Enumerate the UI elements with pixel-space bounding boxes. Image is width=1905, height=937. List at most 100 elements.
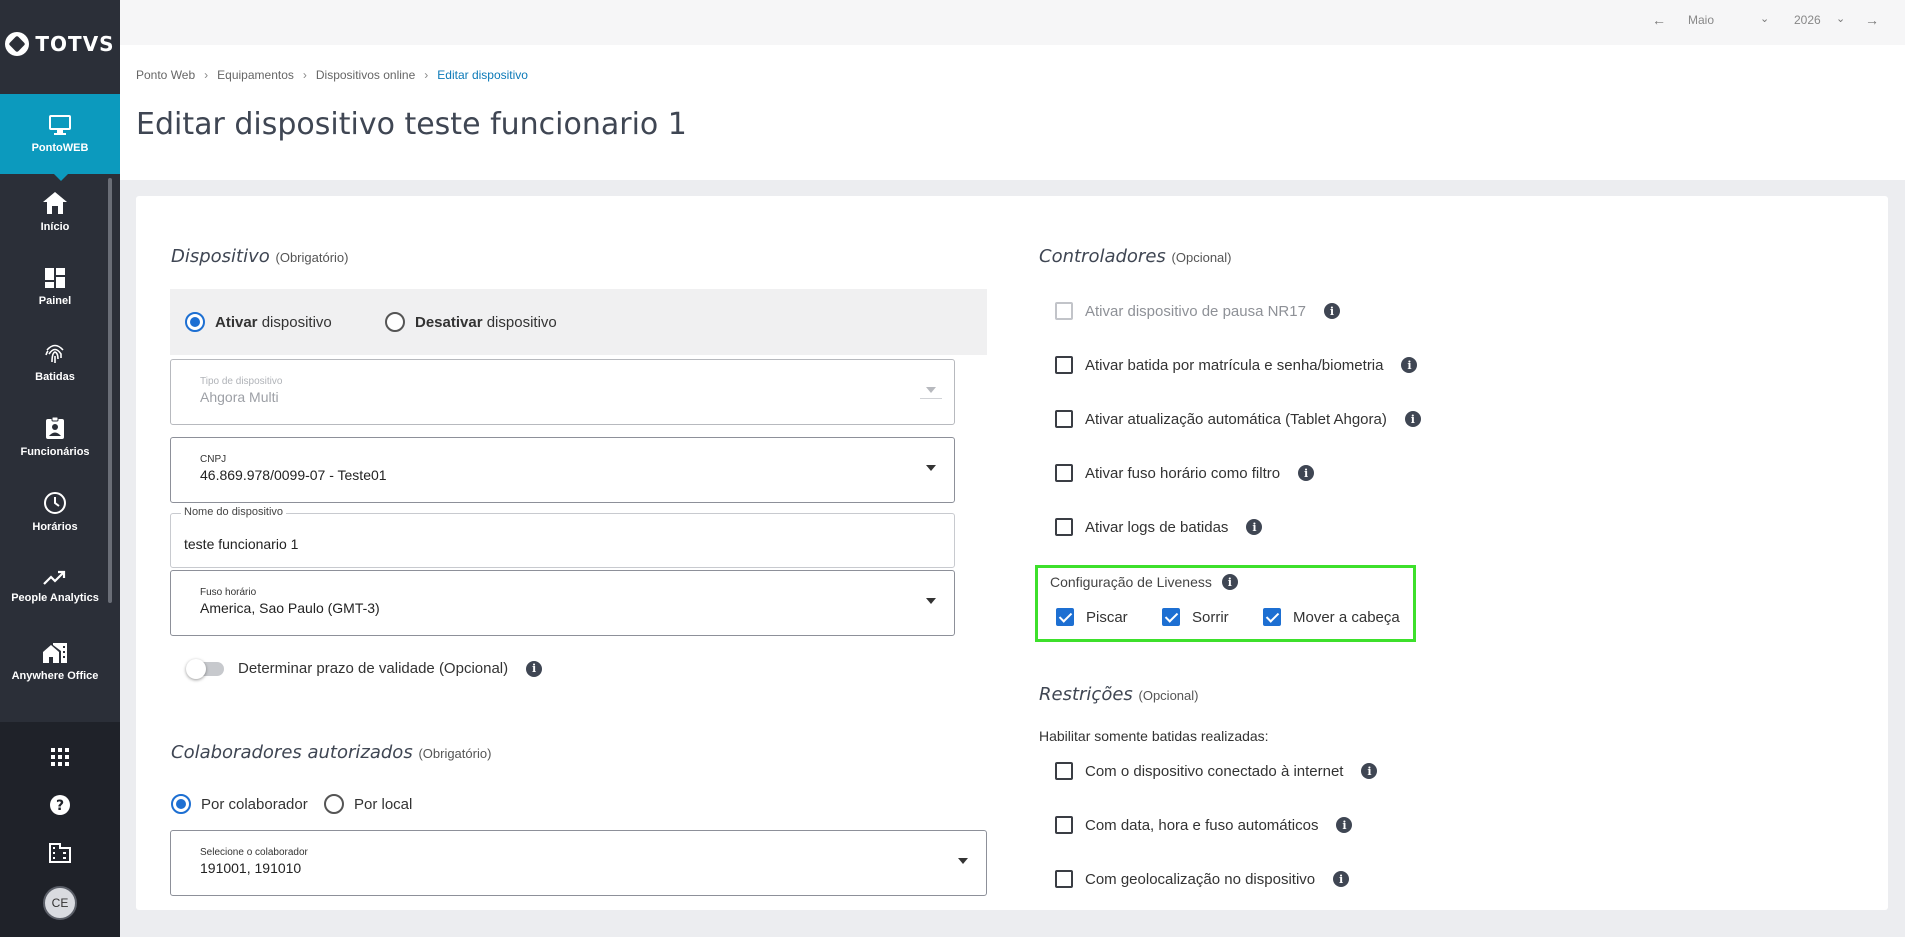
- blink-checkbox[interactable]: Piscar: [1056, 608, 1128, 626]
- field-value: Ahgora Multi: [200, 389, 279, 405]
- month-select[interactable]: Maio: [1688, 13, 1714, 27]
- registration-password-checkbox[interactable]: Ativar batida por matrícula e senha/biom…: [1055, 356, 1418, 374]
- totvs-logo[interactable]: TOTVS: [0, 0, 120, 88]
- info-icon[interactable]: i: [1221, 574, 1238, 590]
- section-title-text: Restrições: [1039, 684, 1133, 705]
- field-value: 191001, 191010: [200, 860, 302, 876]
- chevron-right-icon: ›: [424, 68, 429, 82]
- apps-grid-icon[interactable]: [48, 745, 72, 769]
- info-icon[interactable]: i: [1246, 519, 1263, 535]
- sidebar-item-people-analytics[interactable]: People Analytics: [0, 549, 110, 624]
- liveness-title: Configuração de Liveness i: [1050, 574, 1238, 590]
- top-bar: ← Maio ⌄ 2026 ⌄ →: [120, 0, 1905, 45]
- employee-select[interactable]: Selecione o colaborador 191001, 191010: [170, 830, 987, 896]
- pause-nr17-checkbox: Ativar dispositivo de pausa NR17 i: [1055, 302, 1340, 320]
- auto-update-checkbox[interactable]: Ativar atualização automática (Tablet Ah…: [1055, 410, 1421, 428]
- sidebar-item-horarios[interactable]: Horários: [0, 474, 110, 549]
- avatar[interactable]: CE: [43, 886, 77, 920]
- radio-label: Por local: [354, 795, 413, 813]
- timezone-select[interactable]: Fuso horário America, Sao Paulo (GMT-3): [170, 570, 955, 636]
- checkbox-label: Ativar fuso horário como filtro: [1085, 464, 1281, 482]
- sidebar-item-label: Início: [40, 220, 70, 233]
- smile-checkbox[interactable]: Sorrir: [1162, 608, 1229, 626]
- checkbox-checked-icon: [1162, 608, 1180, 626]
- next-month-arrow-icon[interactable]: →: [1865, 12, 1879, 28]
- by-employee-radio[interactable]: Por colaborador: [171, 794, 308, 814]
- radio-label-bold: Ativar: [215, 313, 258, 331]
- checkbox-label: Mover a cabeça: [1293, 608, 1400, 626]
- info-icon[interactable]: i: [1404, 411, 1421, 427]
- sidebar-item-label: PontoWEB: [31, 142, 89, 154]
- sidebar-item-label: Painel: [38, 294, 72, 307]
- section-optional-hint: (Opcional): [1171, 250, 1232, 265]
- section-title-text: Dispositivo: [171, 246, 270, 267]
- move-head-checkbox[interactable]: Mover a cabeça: [1263, 608, 1400, 626]
- radio-unselected-icon: [324, 794, 344, 814]
- checkbox-icon: [1055, 410, 1073, 428]
- validity-row: Determinar prazo de validade (Opcional) …: [238, 660, 543, 677]
- section-title-dispositivo: Dispositivo (Obrigatório): [171, 246, 348, 267]
- by-location-radio[interactable]: Por local: [324, 794, 412, 814]
- device-name-field[interactable]: Nome do dispositivo teste funcionario 1: [170, 506, 955, 568]
- info-icon[interactable]: i: [1401, 357, 1418, 373]
- field-label: Nome do dispositivo: [181, 506, 287, 518]
- geolocation-checkbox[interactable]: Com geolocalização no dispositivo i: [1055, 870, 1350, 888]
- sidebar-item-inicio[interactable]: Início: [0, 174, 110, 249]
- home-work-icon: [42, 642, 68, 664]
- sidebar-item-label: Horários: [32, 520, 78, 533]
- activate-device-radio[interactable]: Ativar dispositivo: [185, 312, 332, 332]
- sidebar-scrollbar[interactable]: [108, 178, 112, 603]
- checkbox-label: Piscar: [1086, 608, 1128, 626]
- previous-month-arrow-icon[interactable]: ←: [1652, 12, 1666, 28]
- breadcrumb: Ponto Web › Equipamentos › Dispositivos …: [136, 68, 528, 82]
- checkbox-label: Ativar dispositivo de pausa NR17: [1085, 302, 1306, 320]
- auto-datetime-checkbox[interactable]: Com data, hora e fuso automáticos i: [1055, 816, 1353, 834]
- chevron-down-icon: [958, 858, 968, 864]
- breadcrumb-item[interactable]: Ponto Web: [136, 68, 195, 82]
- radio-selected-icon: [171, 794, 191, 814]
- checkbox-icon: [1055, 302, 1073, 320]
- company-icon[interactable]: [48, 841, 72, 865]
- breadcrumb-item[interactable]: Dispositivos online: [316, 68, 415, 82]
- cnpj-select[interactable]: CNPJ 46.869.978/0099-07 - Teste01: [170, 437, 955, 503]
- info-icon[interactable]: i: [526, 660, 543, 677]
- radio-label-bold: Desativar: [415, 313, 483, 331]
- sidebar-item-painel[interactable]: Painel: [0, 249, 110, 324]
- checkbox-icon: [1055, 356, 1073, 374]
- info-icon[interactable]: i: [1333, 871, 1350, 887]
- info-icon[interactable]: i: [1336, 817, 1353, 833]
- brand-name: TOTVS: [35, 32, 115, 56]
- info-icon[interactable]: i: [1298, 465, 1315, 481]
- sidebar-item-pontoweb[interactable]: PontoWEB: [0, 94, 120, 181]
- year-select[interactable]: 2026: [1794, 13, 1821, 27]
- radio-selected-icon: [185, 312, 205, 332]
- deactivate-device-radio[interactable]: Desativar dispositivo: [385, 312, 557, 332]
- svg-text:?: ?: [56, 798, 64, 814]
- sidebar-item-funcionarios[interactable]: Funcionários: [0, 399, 110, 474]
- breadcrumb-current: Editar dispositivo: [437, 68, 528, 82]
- totvs-logo-icon: [5, 32, 30, 56]
- clock-icon: [43, 491, 67, 515]
- chevron-down-icon[interactable]: ⌄: [1760, 12, 1769, 25]
- timezone-filter-checkbox[interactable]: Ativar fuso horário como filtro i: [1055, 464, 1315, 482]
- badge-icon: [45, 416, 65, 440]
- device-status-group: Ativar dispositivo Desativar dispositivo: [170, 289, 987, 355]
- breadcrumb-item[interactable]: Equipamentos: [217, 68, 294, 82]
- help-icon[interactable]: ?: [48, 793, 72, 817]
- sidebar-item-label: Anywhere Office: [11, 669, 99, 682]
- trending-icon: [43, 570, 67, 586]
- internet-connected-checkbox[interactable]: Com o dispositivo conectado à internet i: [1055, 762, 1378, 780]
- device-type-select: Tipo de dispositivo Ahgora Multi: [170, 359, 955, 425]
- dashboard-icon: [44, 267, 66, 289]
- liveness-config: Configuração de Liveness i Piscar Sorrir…: [1035, 565, 1416, 642]
- sidebar-item-anywhere-office[interactable]: Anywhere Office: [0, 624, 110, 699]
- info-icon[interactable]: i: [1323, 303, 1340, 319]
- checkbox-label: Com geolocalização no dispositivo: [1085, 870, 1316, 888]
- validity-toggle[interactable]: [186, 659, 224, 679]
- info-icon[interactable]: i: [1361, 763, 1378, 779]
- checkbox-checked-icon: [1263, 608, 1281, 626]
- radio-label: Por colaborador: [201, 795, 308, 813]
- punch-logs-checkbox[interactable]: Ativar logs de batidas i: [1055, 518, 1263, 536]
- chevron-down-icon[interactable]: ⌄: [1836, 12, 1845, 25]
- sidebar-item-batidas[interactable]: Batidas: [0, 324, 110, 399]
